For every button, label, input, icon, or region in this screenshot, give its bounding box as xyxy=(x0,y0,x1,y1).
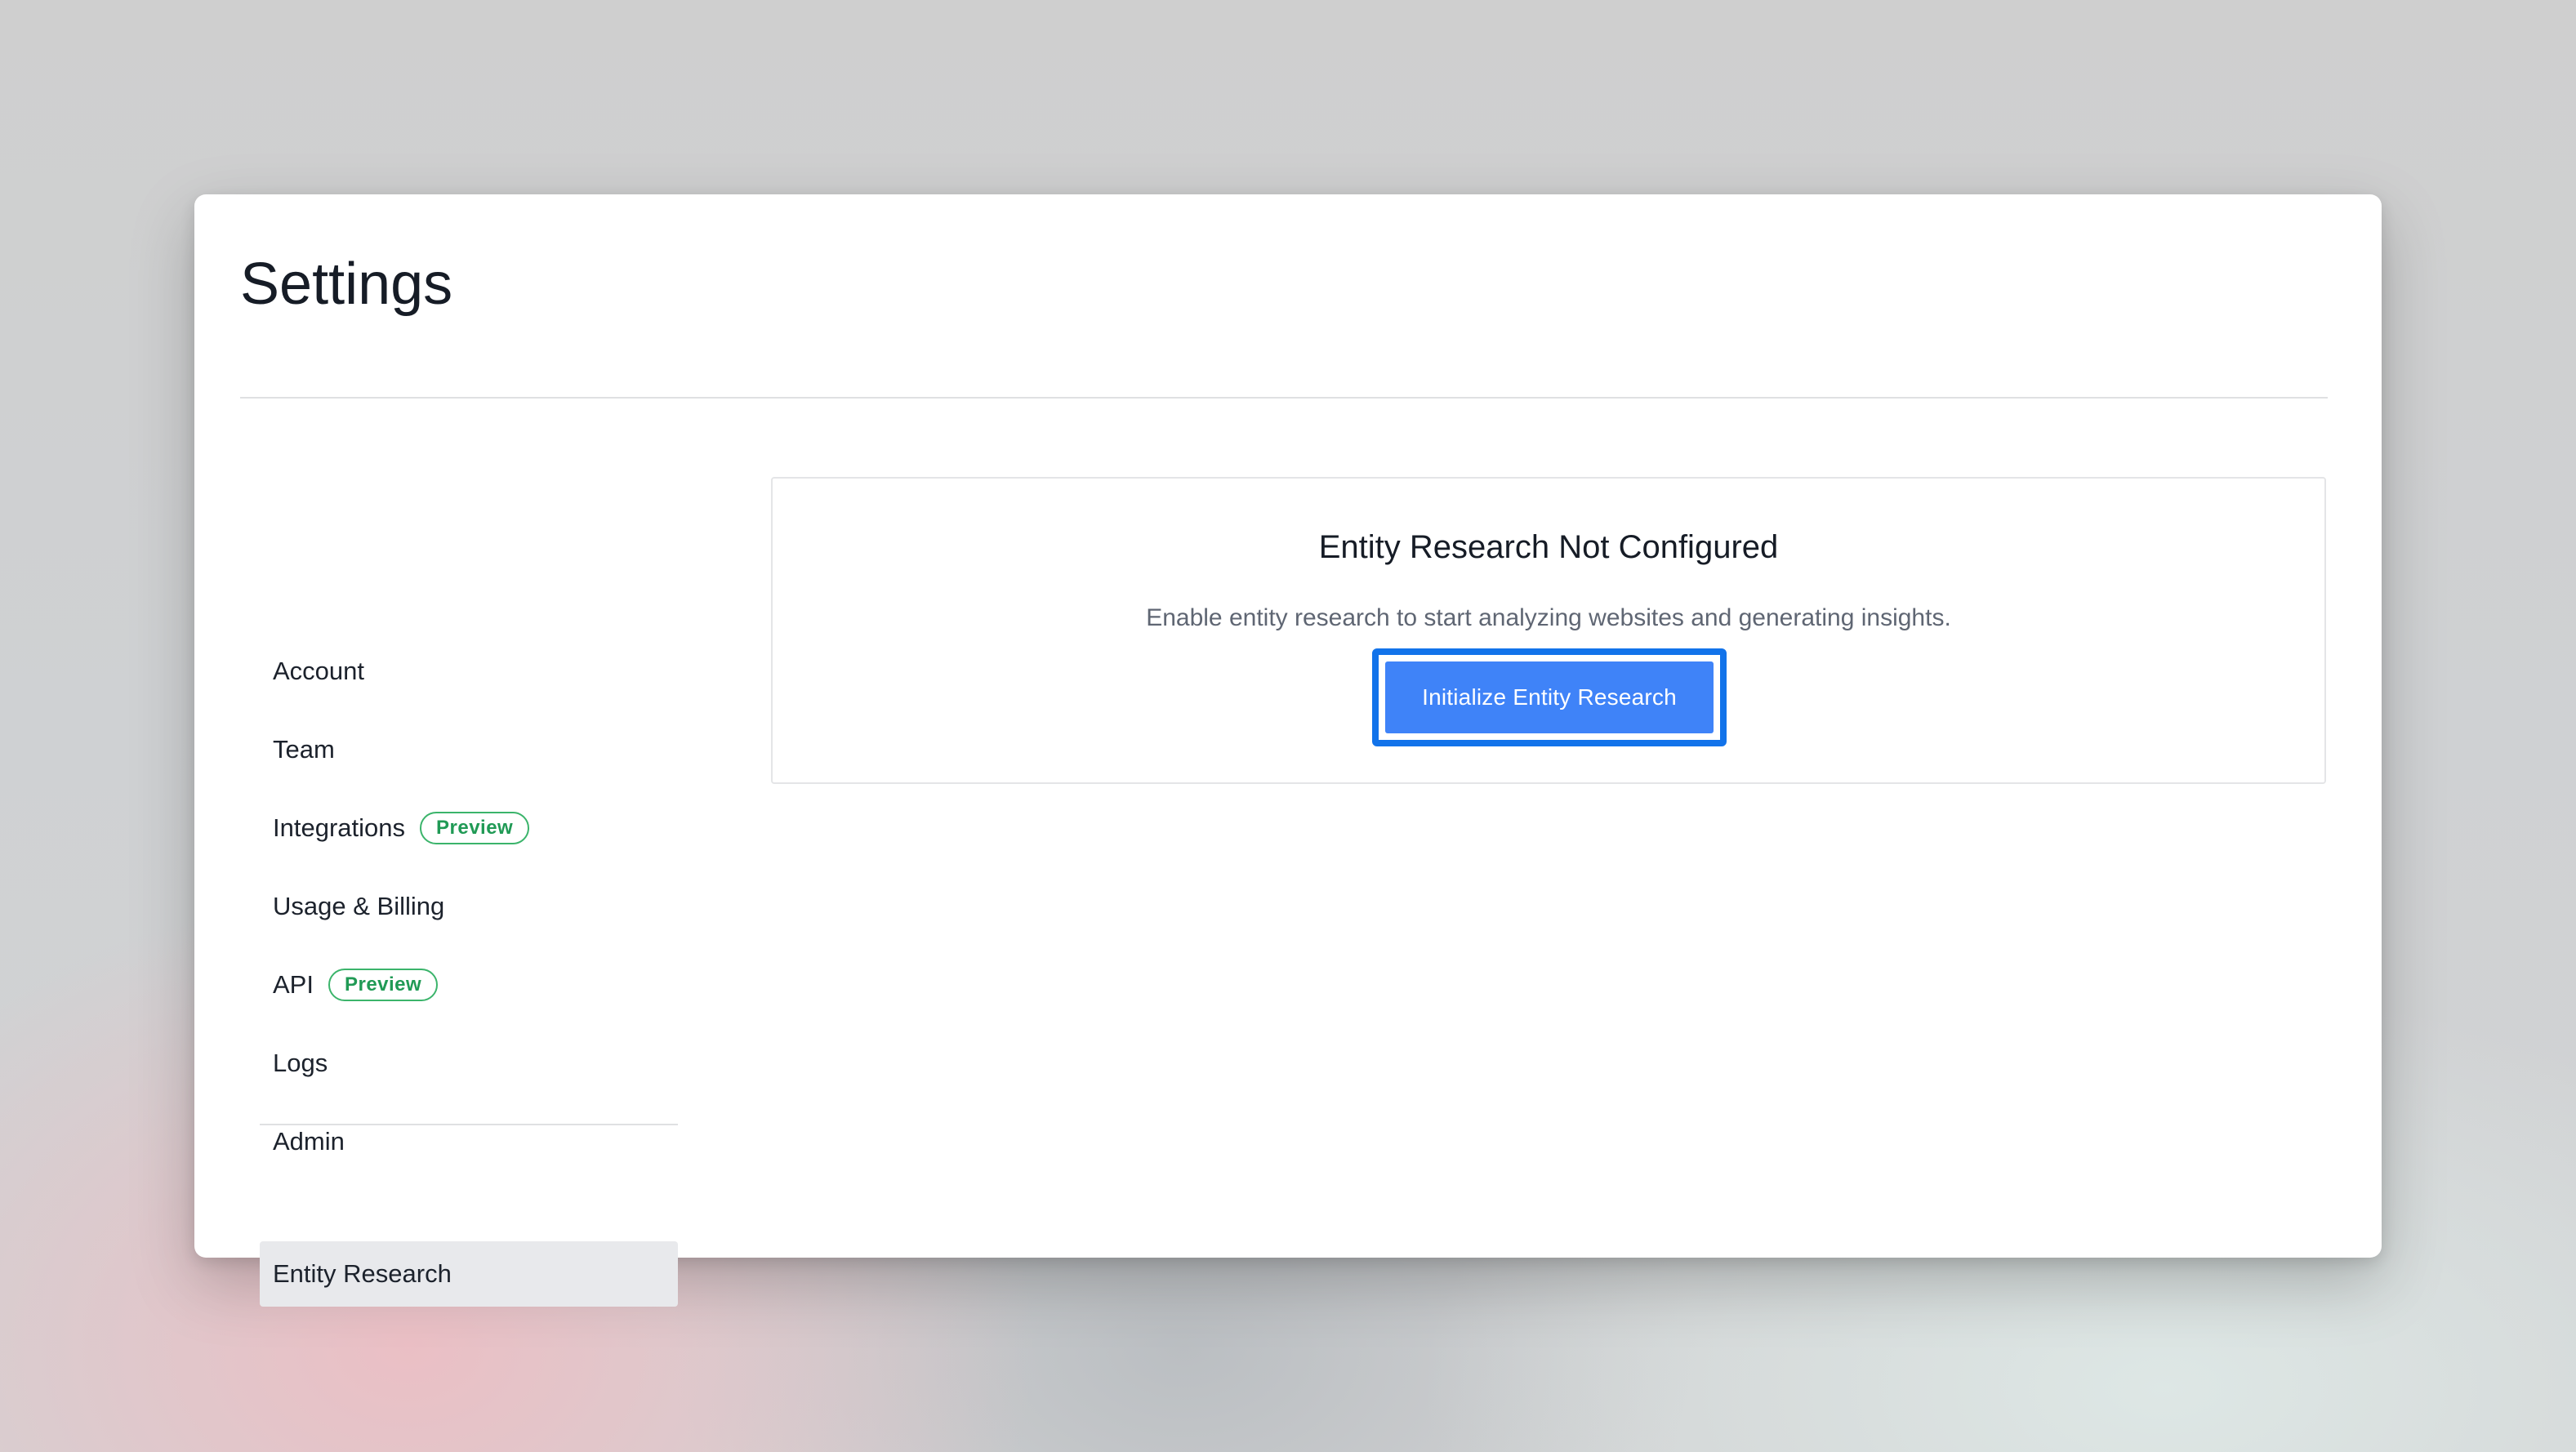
sidebar-item-label: API xyxy=(273,970,314,999)
sidebar-item-api[interactable]: API Preview xyxy=(260,952,678,1018)
initialize-entity-research-button[interactable]: Initialize Entity Research xyxy=(1385,661,1714,733)
sidebar-divider xyxy=(260,1124,678,1125)
sidebar-item-label: Account xyxy=(273,657,365,685)
sidebar-item-label: Admin xyxy=(273,1127,345,1156)
sidebar-item-label: Logs xyxy=(273,1049,328,1077)
preview-badge: Preview xyxy=(328,969,439,1001)
sidebar-item-label: Team xyxy=(273,735,335,764)
sidebar-item-usage-billing[interactable]: Usage & Billing xyxy=(260,874,678,939)
sidebar-item-admin[interactable]: Admin xyxy=(260,1109,678,1174)
settings-window: Settings Account Team Integrations Previ… xyxy=(194,194,2382,1307)
sidebar-item-label: Usage & Billing xyxy=(273,892,445,920)
focus-ring: Initialize Entity Research xyxy=(1372,648,1727,746)
sidebar-item-entity-research[interactable]: Entity Research xyxy=(260,1241,678,1307)
sidebar-item-label: Integrations xyxy=(273,813,405,842)
sidebar-item-integrations[interactable]: Integrations Preview xyxy=(260,795,678,861)
card-title: Entity Research Not Configured xyxy=(1318,529,1779,565)
sidebar-item-logs[interactable]: Logs xyxy=(260,1031,678,1096)
sidebar-item-team[interactable]: Team xyxy=(260,717,678,782)
header-divider xyxy=(240,397,2328,399)
preview-badge: Preview xyxy=(420,812,530,844)
sidebar-item-account[interactable]: Account xyxy=(260,639,678,704)
sidebar-item-label: Entity Research xyxy=(273,1259,452,1288)
card-description: Enable entity research to start analyzin… xyxy=(1146,604,1951,631)
page-title: Settings xyxy=(240,252,453,317)
